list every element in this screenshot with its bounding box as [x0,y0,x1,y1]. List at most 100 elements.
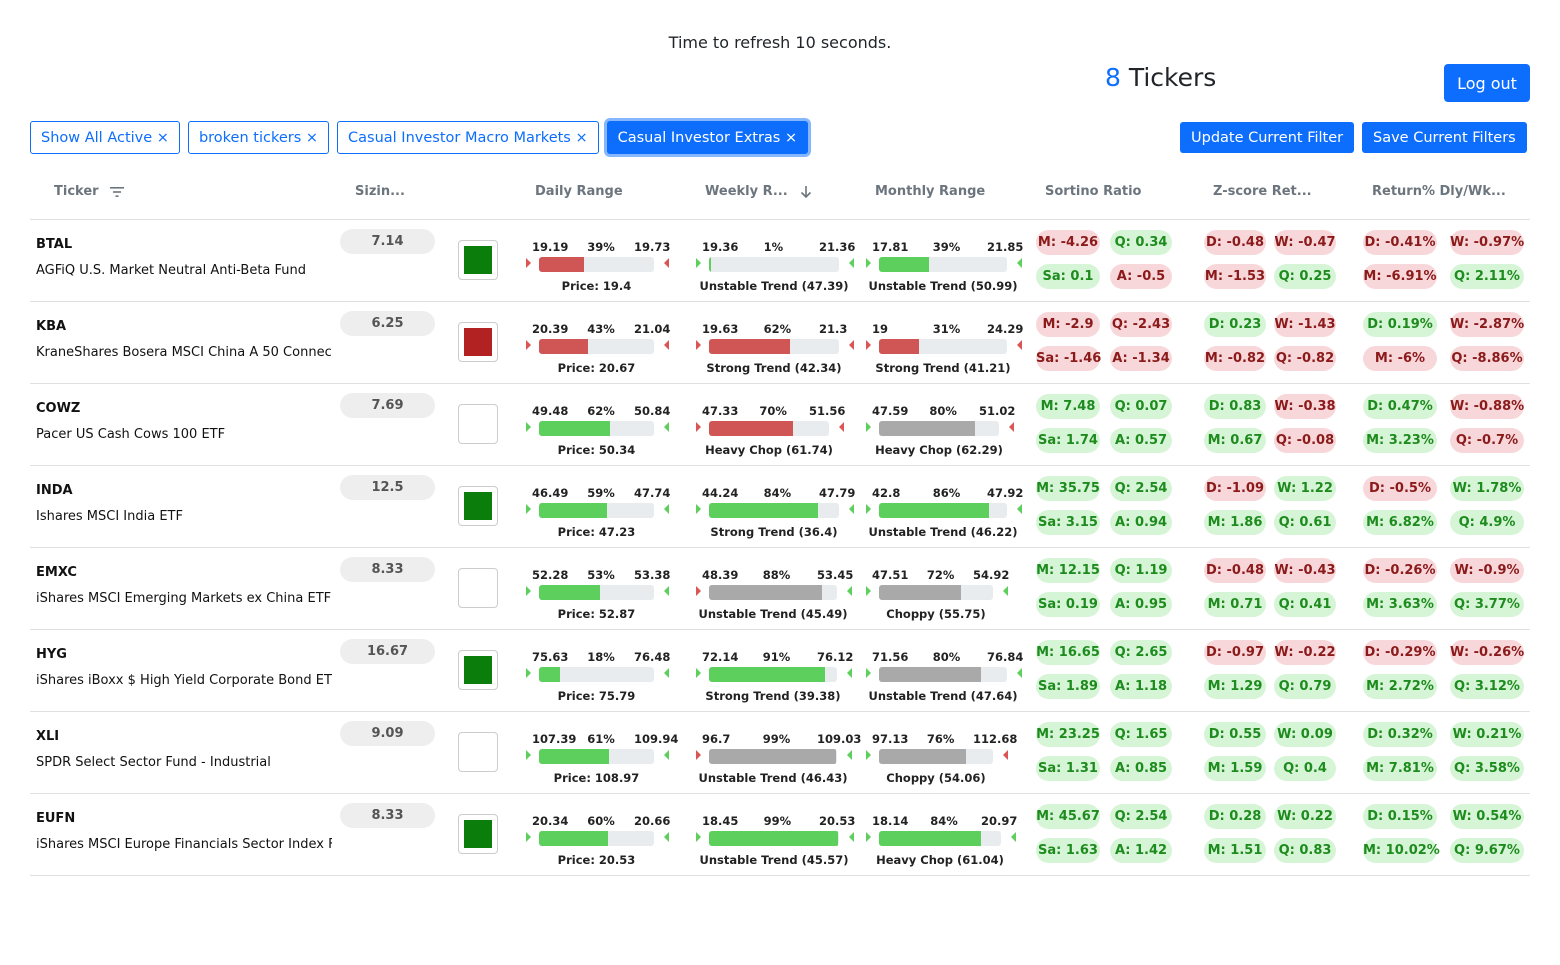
sortino-pill: Sa: 1.74 [1036,428,1100,453]
status-square[interactable] [458,732,498,772]
range-right-marker [1017,258,1022,268]
column-header-sortino[interactable]: Sortino Ratio [1045,184,1141,199]
update-filter-button[interactable]: Update Current Filter [1180,122,1355,153]
range-left-marker [696,340,701,350]
zscore-pill: M: 1.59 [1204,756,1266,781]
range-right-marker [839,422,844,432]
returns-pill: D: 0.32% [1363,722,1437,747]
table-row[interactable]: EUFN iShares MSCI Europe Financials Secto… [30,794,1530,876]
weekly-range: 19.36 1% 21.36 Unstable Trend (47.39) [694,220,864,300]
weekly-high: 20.53 [819,814,856,828]
returns-pill: M: -6% [1363,346,1437,371]
monthly-high: 21.85 [987,240,1024,254]
table-header: Ticker Sizin... Daily Range Weekly R... … [30,172,1530,220]
daily-range-bar [539,339,654,354]
monthly-range: 47.51 72% 54.92 Choppy (55.75) [864,548,1018,628]
range-left-marker [866,832,871,842]
monthly-range-caption: Unstable Trend (46.22) [868,525,1018,539]
fund-name: iShares iBoxx $ High Yield Corporate Bon… [36,673,332,688]
daily-percent: 60% [587,814,615,828]
sortino-pill: Sa: 1.89 [1036,674,1100,699]
column-header-daily[interactable]: Daily Range [535,184,623,199]
status-square[interactable] [458,814,498,854]
status-square[interactable] [458,486,498,526]
ticker-symbol[interactable]: XLI [36,729,59,744]
column-header-monthly[interactable]: Monthly Range [875,184,985,199]
returns-pill: M: 2.72% [1363,674,1437,699]
daily-range-caption: Price: 20.67 [557,361,636,375]
ticker-symbol[interactable]: BTAL [36,237,72,252]
filter-icon[interactable] [109,186,125,198]
table-row[interactable]: EMXC iShares MSCI Emerging Markets ex Chi… [30,548,1530,630]
ticker-symbol[interactable]: KBA [36,319,66,334]
filter-chip[interactable]: Casual Investor Macro Markets × [337,121,599,154]
weekly-low: 19.36 [702,240,739,254]
monthly-range-bar [879,421,999,436]
returns-pill: W: -0.9% [1450,558,1524,583]
table-row[interactable]: XLI SPDR Select Sector Fund - Industrial 9… [30,712,1530,794]
ticker-symbol[interactable]: HYG [36,647,67,662]
returns-pill: M: 3.63% [1363,592,1437,617]
zscore-pill: Q: 0.4 [1274,756,1336,781]
zscore-pill: M: 0.67 [1204,428,1266,453]
daily-range-bar [539,585,654,600]
column-header-zscore[interactable]: Z-score Ret... [1213,184,1312,199]
table-row[interactable]: HYG iShares iBoxx $ High Yield Corporate … [30,630,1530,712]
fund-name: iShares MSCI Europe Financials Sector In… [36,837,332,852]
returns-pill: W: -0.97% [1450,230,1524,255]
monthly-range-bar-fill [879,257,929,272]
daily-low: 20.34 [532,814,569,828]
status-square[interactable] [458,650,498,690]
ticker-symbol[interactable]: INDA [36,483,73,498]
returns-pill: W: 0.21% [1450,722,1524,747]
range-right-marker [1017,668,1022,678]
monthly-high: 51.02 [979,404,1016,418]
logout-button[interactable]: Log out [1444,64,1530,102]
monthly-percent: 86% [932,486,961,500]
column-header-ticker[interactable]: Ticker [54,184,125,199]
ticker-symbol[interactable]: COWZ [36,401,80,416]
tickers-count-label: Tickers [1120,63,1217,92]
filter-chip[interactable]: Show All Active × [30,121,180,154]
filter-chip[interactable]: Casual Investor Extras × [606,121,809,154]
sortino-pill: A: 0.85 [1110,756,1172,781]
sort-arrow-down-icon[interactable] [800,185,812,199]
range-right-marker [1003,586,1008,596]
monthly-high: 24.29 [987,322,1024,336]
table-row[interactable]: BTAL AGFiQ U.S. Market Neutral Anti-Beta … [30,220,1530,302]
status-square[interactable] [458,240,498,280]
table-row[interactable]: KBA KraneShares Bosera MSCI China A 50 Co… [30,302,1530,384]
weekly-high: 51.56 [809,404,846,418]
range-left-marker [526,422,531,432]
weekly-range: 48.39 88% 53.45 Unstable Trend (45.49) [694,548,862,628]
column-header-sizing[interactable]: Sizin... [355,184,405,199]
daily-low: 49.48 [532,404,569,418]
status-square[interactable] [458,322,498,362]
weekly-range-bar [709,339,839,354]
weekly-range: 96.7 99% 109.03 Unstable Trend (46.43) [694,712,862,792]
daily-range-bar-fill [539,585,600,600]
daily-range: 20.34 60% 20.66 Price: 20.53 [524,794,679,874]
ticker-symbol[interactable]: EMXC [36,565,77,580]
daily-range-bar [539,831,654,846]
range-left-marker [866,258,871,268]
ticker-symbol[interactable]: EUFN [36,811,75,826]
zscore-pill: W: 0.22 [1274,804,1336,829]
range-right-marker [849,340,854,350]
daily-range-bar-fill [539,257,584,272]
daily-range-bar [539,421,654,436]
filter-chip[interactable]: broken tickers × [187,121,330,154]
ticker-table-body: BTAL AGFiQ U.S. Market Neutral Anti-Beta … [30,220,1530,876]
table-row[interactable]: INDA Ishares MSCI India ETF 12.5 46.49 59% 47… [30,466,1530,548]
table-row[interactable]: COWZ Pacer US Cash Cows 100 ETF 7.69 49.48 6… [30,384,1530,466]
sortino-pill: Q: 0.34 [1110,230,1172,255]
status-square[interactable] [458,404,498,444]
column-header-weekly[interactable]: Weekly R... [705,184,812,199]
sortino-pill: Sa: 1.31 [1036,756,1100,781]
save-filters-button[interactable]: Save Current Filters [1362,122,1527,153]
weekly-range-bar [709,749,837,764]
column-header-returns[interactable]: Return% Dly/Wk... [1372,184,1506,199]
range-left-marker [866,586,871,596]
weekly-range-caption: Heavy Chop (61.74) [705,443,833,457]
status-square[interactable] [458,568,498,608]
